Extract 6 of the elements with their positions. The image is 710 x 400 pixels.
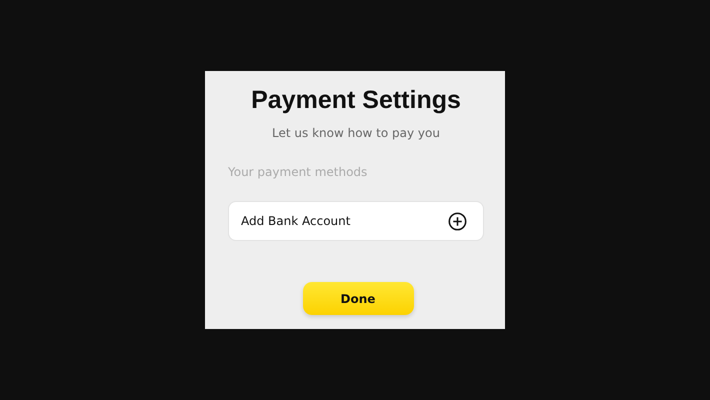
- dialog-title: Payment Settings: [250, 85, 462, 115]
- dialog-subtitle: Let us know how to pay you: [271, 126, 441, 140]
- add-bank-account-row[interactable]: Add Bank Account: [228, 201, 484, 241]
- plus-circle-icon[interactable]: [448, 212, 467, 230]
- section-label: Your payment methods: [228, 165, 368, 179]
- done-button[interactable]: Done: [302, 282, 414, 315]
